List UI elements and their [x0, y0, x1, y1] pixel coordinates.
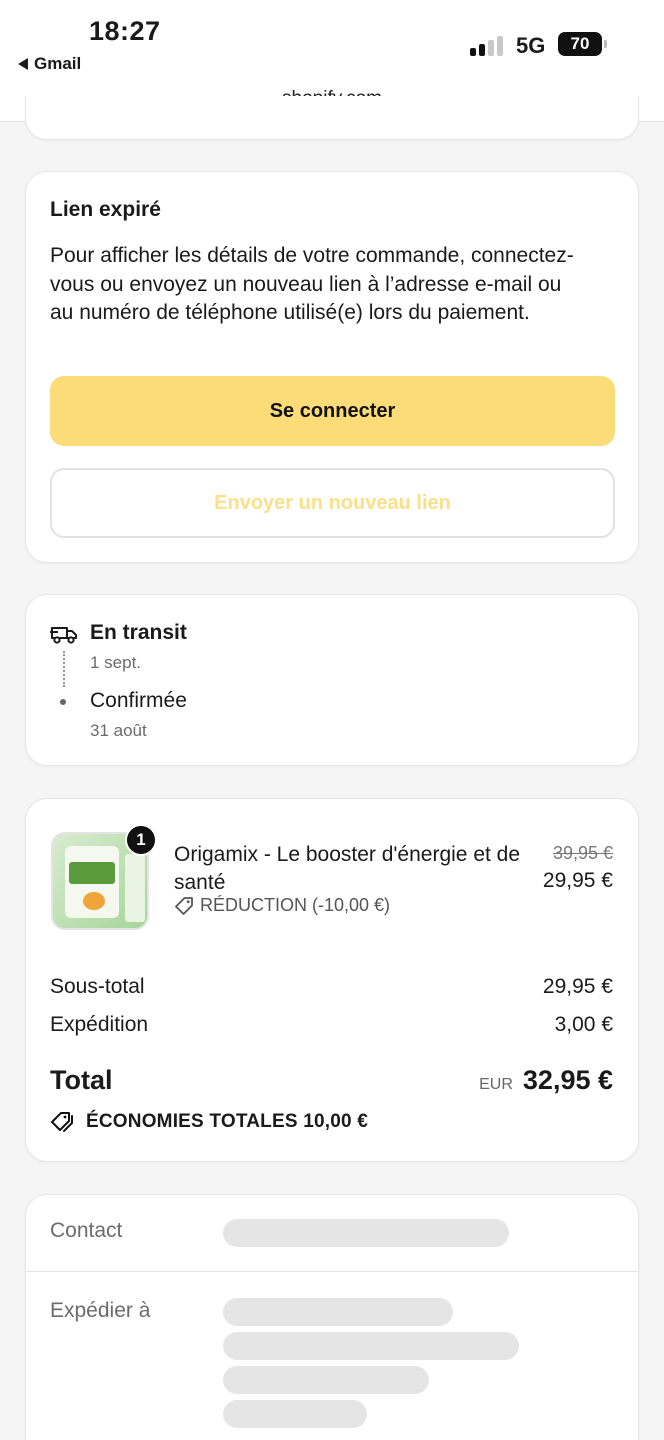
network-type: 5G	[516, 33, 546, 58]
address-placeholder	[223, 1400, 367, 1428]
card-title: Lien expiré	[50, 198, 161, 221]
login-button[interactable]: Se connecter	[50, 376, 615, 446]
status-step-current-date: 1 sept.	[90, 653, 142, 672]
total-value: 32,95 €	[522, 1065, 613, 1095]
discount-line: RÉDUCTION (-10,00 €)	[174, 895, 390, 916]
contact-placeholder	[223, 1219, 509, 1247]
subtotal-label: Sous-total	[50, 975, 145, 998]
back-app-label: Gmail	[34, 54, 82, 73]
shipping-label: Expédition	[50, 1013, 149, 1036]
quantity-badge: 1	[125, 824, 157, 856]
section-divider	[26, 1271, 638, 1272]
back-to-app-button[interactable]: Gmail	[18, 54, 81, 74]
status-step-previous-date: 31 août	[90, 721, 147, 740]
subtotal-row: Sous-total 29,95 €	[50, 975, 613, 999]
shipping-row: Expédition 3,00 €	[50, 1013, 613, 1037]
signal-strength-icon	[470, 34, 506, 56]
delivery-truck-icon	[50, 627, 77, 644]
total-label: Total	[50, 1065, 113, 1095]
previous-card	[25, 96, 639, 140]
contact-info-card: Contact Expédier à	[25, 1194, 639, 1440]
item-price: 29,95 €	[542, 869, 613, 892]
total-savings: ÉCONOMIES TOTALES 10,00 €	[50, 1111, 368, 1133]
savings-label: ÉCONOMIES TOTALES 10,00 €	[86, 1111, 368, 1132]
timeline-connector	[63, 651, 65, 687]
status-step-previous-label: Confirmée	[90, 689, 187, 712]
address-placeholder	[223, 1332, 519, 1360]
subtotal-value: 29,95 €	[542, 975, 613, 998]
contact-label: Contact	[50, 1219, 123, 1242]
ship-to-label: Expédier à	[50, 1299, 151, 1322]
status-step-current-label: En transit	[90, 621, 187, 644]
expired-link-card: Lien expiré Pour afficher les détails de…	[25, 171, 639, 563]
product-name: Origamix - Le booster d'énergie et de sa…	[174, 843, 521, 894]
savings-tag-icon	[51, 1112, 73, 1132]
original-price: 39,95 €	[552, 843, 613, 863]
card-description: Pour afficher les détails de votre comma…	[50, 244, 574, 324]
resend-link-button[interactable]: Envoyer un nouveau lien	[50, 468, 615, 538]
address-placeholder	[223, 1298, 453, 1326]
battery-icon: 70	[558, 32, 607, 56]
currency-code: EUR	[479, 1076, 513, 1093]
discount-label: RÉDUCTION (-10,00 €)	[200, 895, 391, 915]
address-placeholder	[223, 1366, 429, 1394]
timeline-dot-icon	[60, 699, 66, 705]
clock: 18:27	[89, 16, 161, 46]
battery-level: 70	[570, 34, 590, 53]
back-arrow-icon	[18, 58, 28, 70]
tag-icon	[175, 896, 193, 915]
order-summary-card: 1 Origamix - Le booster d'énergie et de …	[25, 798, 639, 1162]
shipment-status-card: En transit 1 sept. Confirmée 31 août	[25, 594, 639, 766]
total-row: Total EUR 32,95 €	[50, 1065, 613, 1096]
shipping-value: 3,00 €	[554, 1013, 613, 1036]
